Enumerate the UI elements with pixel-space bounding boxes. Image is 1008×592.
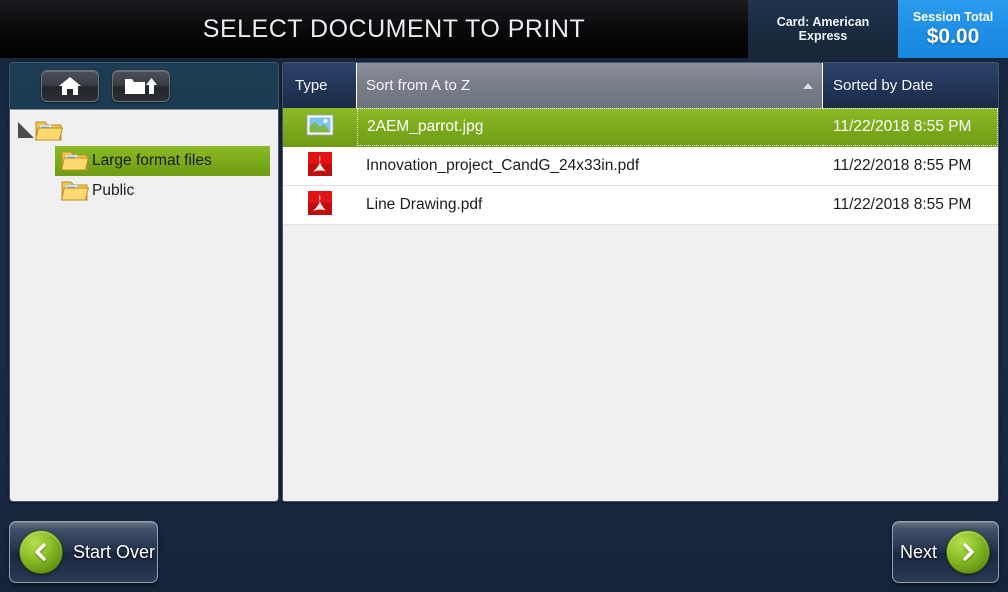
session-total-label: Session Total [912,10,994,25]
next-label: Next [899,541,937,562]
folder-icon [60,179,90,203]
folder-tree-toolbar [10,63,278,109]
home-button[interactable] [41,70,99,102]
tree-node-label: Public [92,182,135,199]
column-header-name-label: Sort from A to Z [366,77,471,94]
file-name-cell: Line Drawing.pdf [366,196,483,213]
folder-icon [34,119,64,143]
expand-triangle-icon[interactable] [18,122,34,139]
column-header-type-label: Type [295,77,328,94]
home-icon [57,75,83,97]
print-kiosk-screen: SELECT DOCUMENT TO PRINT Card: American … [0,0,1008,592]
file-list-panel: Type Sort from A to Z Sorted by Date 2AE… [282,62,999,502]
table-row[interactable]: Line Drawing.pdf 11/22/2018 8:55 PM [283,186,998,225]
folder-icon [60,149,90,173]
file-type-cell [283,151,357,182]
next-button[interactable]: Next [892,521,999,583]
file-list-rows: 2AEM_parrot.jpg 11/22/2018 8:55 PM Innov… [283,108,998,225]
tree-node-label: Large format files [92,152,212,169]
table-row[interactable]: Innovation_project_CandG_24x33in.pdf 11/… [283,147,998,186]
title-bar: SELECT DOCUMENT TO PRINT Card: American … [0,0,1008,58]
image-file-icon [306,113,334,142]
chevron-right-circle-icon [946,530,990,574]
file-name-cell: Innovation_project_CandG_24x33in.pdf [366,157,640,174]
tree-node-large-format-files[interactable]: Large format files [55,146,270,176]
column-header-type[interactable]: Type [283,63,357,108]
pdf-file-icon [307,151,333,182]
table-row[interactable]: 2AEM_parrot.jpg 11/22/2018 8:55 PM [283,108,998,147]
card-label: Card: American Express [776,14,870,43]
title-bar-main: SELECT DOCUMENT TO PRINT [0,0,748,58]
file-list-header: Type Sort from A to Z Sorted by Date [283,63,998,108]
folder-tree-body: Large format files Public [10,109,278,501]
page-title: SELECT DOCUMENT TO PRINT [202,14,586,43]
pdf-file-icon [307,190,333,221]
card-info-panel: Card: American Express [748,0,898,58]
file-date-cell: 11/22/2018 8:55 PM [833,157,972,174]
chevron-left-circle-icon [19,530,63,574]
start-over-button[interactable]: Start Over [9,521,158,583]
triangle-up-icon [803,82,813,89]
tree-node-root[interactable] [10,116,278,146]
session-total-amount: $0.00 [926,24,980,48]
session-total-panel: Session Total $0.00 [898,0,1008,58]
file-type-cell [283,113,357,142]
file-name-cell: 2AEM_parrot.jpg [357,108,823,146]
column-header-name[interactable]: Sort from A to Z [357,63,823,108]
start-over-label: Start Over [73,541,156,562]
column-header-date-label: Sorted by Date [833,77,934,94]
folder-up-icon [124,75,158,97]
tree-node-public[interactable]: Public [55,176,270,206]
file-type-cell [283,190,357,221]
file-list-empty-area [283,225,998,501]
file-date-cell: 11/22/2018 8:55 PM [823,108,998,146]
file-date-cell: 11/22/2018 8:55 PM [833,196,972,213]
folder-tree-panel: Large format files Public [9,62,279,502]
folder-up-button[interactable] [112,70,170,102]
column-header-date[interactable]: Sorted by Date [823,63,998,108]
